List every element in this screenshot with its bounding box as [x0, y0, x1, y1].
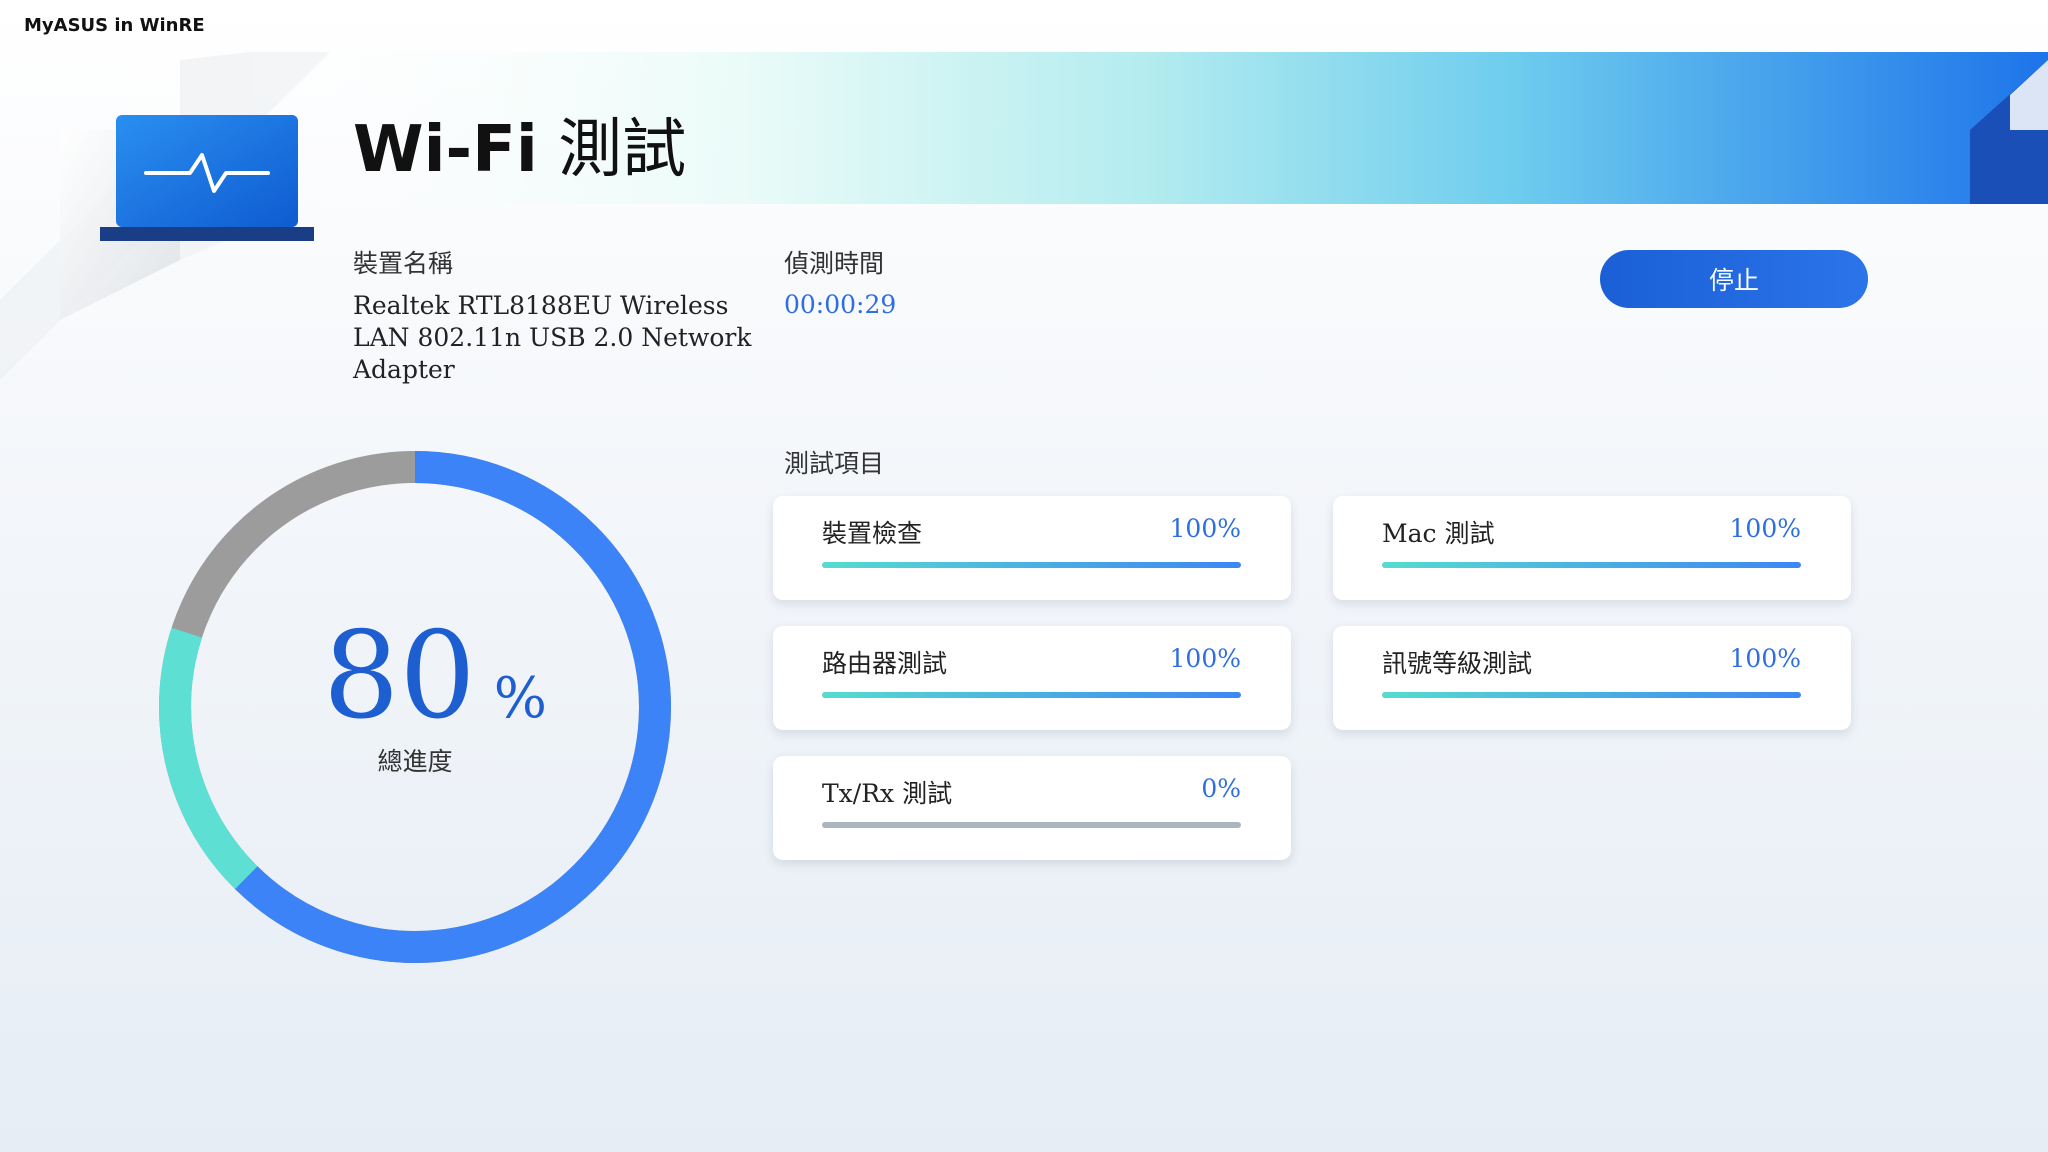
test-name: 裝置檢查: [822, 519, 923, 548]
test-progress-fill: [822, 562, 1241, 568]
overall-progress-value: 80%: [155, 612, 675, 742]
test-card-txrx: Tx/Rx 測試 0%: [773, 756, 1291, 860]
page-title-latin: Wi-Fi: [353, 113, 538, 187]
overall-progress-unit: %: [493, 666, 547, 731]
test-percent: 100%: [1169, 644, 1241, 673]
window-title: MyASUS in WinRE: [24, 15, 205, 36]
test-card-device-check: 裝置檢查 100%: [773, 496, 1291, 600]
test-name: 路由器測試: [822, 649, 948, 678]
detection-time-label: 偵測時間: [784, 249, 885, 278]
test-progress-track: [1382, 562, 1801, 568]
test-card-signal-level: 訊號等級測試 100%: [1333, 626, 1851, 730]
test-progress-track: [1382, 692, 1801, 698]
test-name: 訊號等級測試: [1382, 649, 1533, 678]
test-progress-track: [822, 822, 1241, 828]
overall-progress-label: 總進度: [377, 747, 453, 776]
device-name-label: 裝置名稱: [353, 249, 454, 278]
device-name-value: Realtek RTL8188EU Wireless LAN 802.11n U…: [353, 291, 752, 384]
stop-button[interactable]: 停止: [1600, 250, 1868, 308]
test-percent: 100%: [1169, 514, 1241, 543]
test-progress-track: [822, 562, 1241, 568]
test-card-mac: Mac 測試 100%: [1333, 496, 1851, 600]
laptop-pulse-icon: [100, 115, 314, 241]
test-percent: 0%: [1201, 774, 1241, 803]
detection-time-value: 00:00:29: [784, 290, 897, 319]
test-percent: 100%: [1729, 644, 1801, 673]
test-card-router: 路由器測試 100%: [773, 626, 1291, 730]
test-name: Tx/Rx 測試: [822, 779, 953, 808]
test-progress-track: [822, 692, 1241, 698]
page-title: Wi-Fi 測試: [353, 110, 686, 190]
test-progress-fill: [1382, 692, 1801, 698]
test-percent: 100%: [1729, 514, 1801, 543]
test-items-label: 測試項目: [784, 449, 885, 478]
page-title-cjk: 測試: [558, 113, 687, 187]
overall-progress-number: 80: [323, 607, 476, 746]
test-name: Mac 測試: [1382, 519, 1495, 548]
test-progress-fill: [822, 692, 1241, 698]
test-progress-fill: [1382, 562, 1801, 568]
